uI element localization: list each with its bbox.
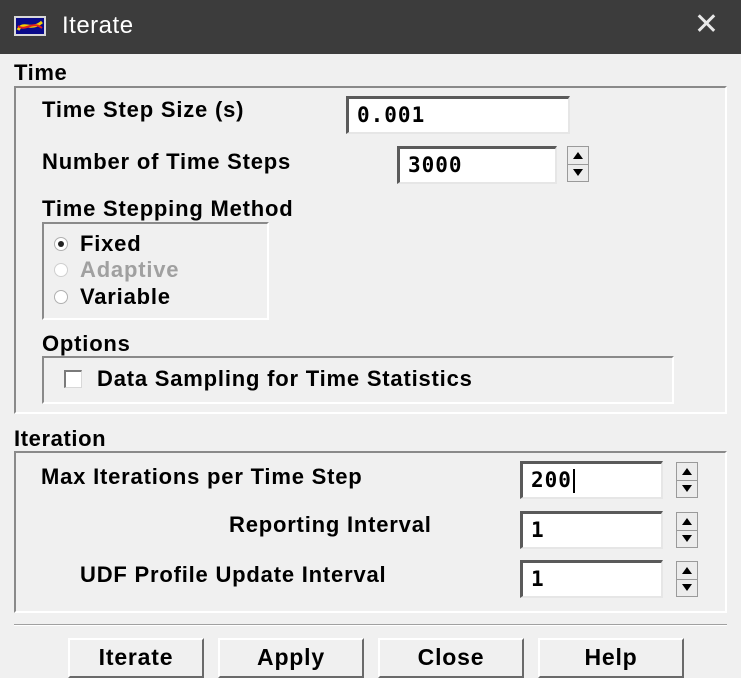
max-iterations-label: Max Iterations per Time Step xyxy=(41,464,363,489)
iterate-button[interactable]: Iterate xyxy=(68,638,204,678)
radio-fixed-indicator[interactable] xyxy=(54,237,68,251)
udf-profile-update-label: UDF Profile Update Interval xyxy=(80,562,387,587)
spin-down-icon[interactable] xyxy=(677,530,697,547)
udf-profile-update-spinner[interactable] xyxy=(676,561,698,597)
time-section-label: Time xyxy=(14,60,68,85)
spin-down-icon[interactable] xyxy=(568,164,588,181)
number-of-time-steps-label: Number of Time Steps xyxy=(42,149,292,174)
radio-fixed-label: Fixed xyxy=(80,231,142,256)
close-icon[interactable]: ✕ xyxy=(694,10,719,40)
iteration-section-label: Iteration xyxy=(14,426,107,451)
udf-profile-update-input[interactable]: 1 xyxy=(520,560,663,598)
reporting-interval-input[interactable]: 1 xyxy=(520,511,663,549)
reporting-interval-spinner[interactable] xyxy=(676,512,698,548)
close-button[interactable]: Close xyxy=(378,638,524,678)
reporting-interval-label: Reporting Interval xyxy=(229,512,432,537)
time-step-size-label: Time Step Size (s) xyxy=(42,97,245,122)
radio-adaptive-label: Adaptive xyxy=(80,257,180,282)
spin-up-icon[interactable] xyxy=(677,463,697,481)
max-iterations-input[interactable]: 200 xyxy=(520,461,663,499)
help-button[interactable]: Help xyxy=(538,638,684,678)
radio-adaptive-indicator xyxy=(54,263,68,277)
spin-up-icon[interactable] xyxy=(568,147,588,165)
radio-adaptive: Adaptive xyxy=(54,257,254,285)
data-sampling-label: Data Sampling for Time Statistics xyxy=(97,366,473,391)
window-title: Iterate xyxy=(62,12,134,39)
max-iterations-spinner[interactable] xyxy=(676,462,698,498)
apply-button[interactable]: Apply xyxy=(218,638,364,678)
title-bar: Iterate ✕ xyxy=(0,0,741,54)
time-step-size-input[interactable]: 0.001 xyxy=(346,96,570,134)
fluent-app-icon xyxy=(14,16,46,36)
options-label: Options xyxy=(42,331,131,356)
button-divider xyxy=(14,624,727,626)
max-iterations-value: 200 xyxy=(531,468,572,492)
number-of-time-steps-input[interactable]: 3000 xyxy=(397,146,557,184)
time-steps-spinner[interactable] xyxy=(567,146,589,182)
spin-up-icon[interactable] xyxy=(677,562,697,580)
text-caret xyxy=(572,469,575,493)
spin-down-icon[interactable] xyxy=(677,480,697,497)
radio-fixed[interactable]: Fixed xyxy=(54,231,254,259)
radio-variable[interactable]: Variable xyxy=(54,284,254,312)
data-sampling-checkbox[interactable] xyxy=(64,370,82,388)
time-stepping-method-label: Time Stepping Method xyxy=(42,196,294,221)
spin-down-icon[interactable] xyxy=(677,579,697,596)
spin-up-icon[interactable] xyxy=(677,513,697,531)
radio-variable-label: Variable xyxy=(80,284,171,309)
radio-variable-indicator[interactable] xyxy=(54,290,68,304)
